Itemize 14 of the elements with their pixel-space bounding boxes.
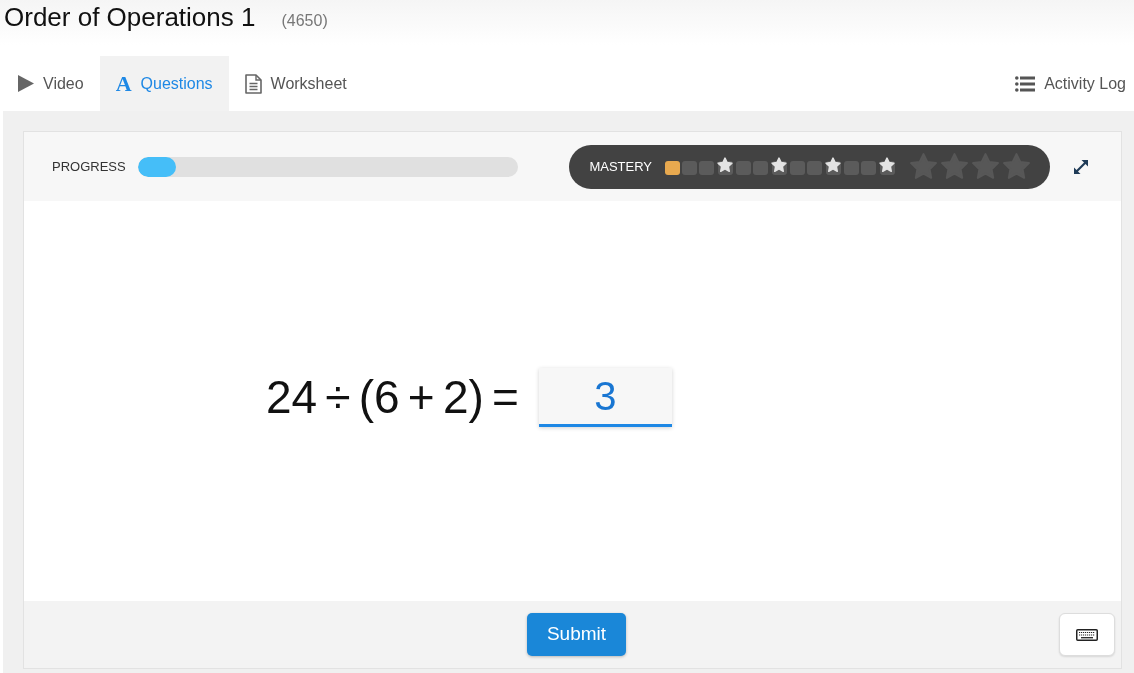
keyboard-button[interactable] <box>1059 613 1115 656</box>
expand-icon[interactable] <box>1073 158 1089 175</box>
keyboard-icon <box>1076 628 1098 641</box>
answer-field[interactable]: 3 <box>538 367 672 427</box>
submit-button[interactable]: Submit <box>527 613 626 656</box>
list-icon <box>1015 75 1036 92</box>
page-title: Order of Operations 1 <box>4 1 256 34</box>
letter-icon: A <box>115 72 132 95</box>
progress-label: PROGRESS <box>52 157 126 176</box>
play-icon <box>18 75 34 92</box>
document-icon <box>244 73 262 94</box>
activity-log-link[interactable]: Activity Log <box>1015 56 1134 111</box>
lesson-code: (4650) <box>281 11 328 31</box>
mastery-label: MASTERY <box>589 157 652 176</box>
